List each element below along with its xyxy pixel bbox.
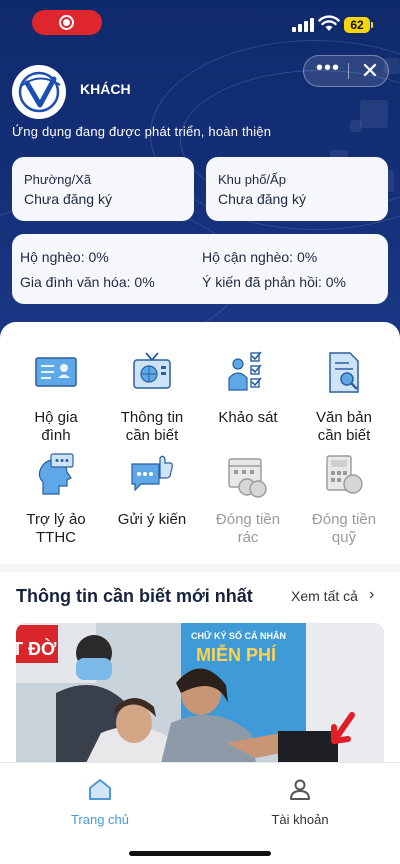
- menu-garbage-fee-line1: Đóng tiền: [215, 511, 281, 528]
- menu-survey[interactable]: Khảo sát: [202, 350, 294, 427]
- tab-account[interactable]: Tài khoản: [240, 777, 360, 827]
- menu-survey-line1: Khảo sát: [218, 409, 278, 426]
- battery-icon: 62: [344, 17, 370, 33]
- user-icon: [290, 779, 310, 800]
- menu-fund-fee-line1: Đóng tiền: [311, 511, 377, 528]
- stat-cultured-family: Gia đình văn hóa: 0%: [20, 274, 155, 290]
- close-button[interactable]: ✕: [354, 56, 386, 86]
- menu-info-line1: Thông tin: [120, 409, 184, 426]
- document-search-icon: [329, 352, 359, 393]
- cellular-signal-icon: [292, 18, 314, 32]
- quarter-label: Khu phố/Ấp: [218, 172, 286, 187]
- id-card-icon: [35, 357, 77, 387]
- chat-thumbs-up-icon: [131, 455, 173, 492]
- menu-info-line2: cần biết: [125, 427, 179, 444]
- menu-fund-fee[interactable]: Đóng tiền quỹ: [298, 452, 390, 547]
- screen-recording-indicator[interactable]: [32, 10, 102, 35]
- menu-info[interactable]: Thông tin cần biết: [106, 350, 198, 445]
- stat-poor: Hộ nghèo: 0%: [20, 249, 109, 265]
- menu-feedback[interactable]: Gửi ý kiến: [106, 452, 198, 529]
- tv-icon: [133, 352, 171, 389]
- ward-value: Chưa đăng ký: [24, 191, 112, 207]
- ward-label: Phường/Xã: [24, 172, 92, 187]
- quarter-value: Chưa đăng ký: [218, 191, 306, 207]
- menu-assistant[interactable]: Trợ lý ảo TTHC: [10, 452, 102, 547]
- assistant-head-icon: [38, 453, 74, 495]
- vnpt-logo-icon: [18, 71, 61, 113]
- menu-feedback-line1: Gửi ý kiến: [117, 511, 187, 528]
- more-options-button[interactable]: •••: [310, 56, 346, 86]
- tab-account-label: Tài khoản: [271, 812, 329, 827]
- menu-garbage-fee-line2: rác: [237, 529, 259, 546]
- stats-card: Hộ nghèo: 0% Hộ cận nghèo: 0% Gia đình v…: [12, 234, 388, 304]
- news-thumbnail[interactable]: T ĐỜ CHỮ KÝ SỐ CÁ NHÂN MIỄN PHÍ: [16, 623, 384, 763]
- menu-documents-line1: Văn bản: [316, 409, 372, 426]
- tab-home[interactable]: Trang chủ: [40, 777, 160, 827]
- user-name: KHÁCH: [80, 81, 131, 97]
- menu-household-line2: đình: [41, 427, 71, 444]
- home-indicator[interactable]: [129, 851, 271, 856]
- menu-garbage-fee[interactable]: Đóng tiền rác: [202, 452, 294, 547]
- survey-icon: [228, 351, 262, 391]
- menu-household[interactable]: Hộ gia đình: [10, 350, 102, 445]
- menu-documents-line2: cần biết: [317, 427, 371, 444]
- tab-home-label: Trang chủ: [70, 812, 130, 827]
- news-sign-fragment: T ĐỜ: [16, 638, 57, 659]
- calculator-coins-icon: [326, 455, 363, 494]
- stat-feedback: Ý kiến đã phản hồi: 0%: [202, 274, 346, 290]
- development-notice: Ứng dụng đang được phát triển, hoàn thiệ…: [12, 124, 272, 139]
- news-banner-text1: CHỮ KÝ SỐ CÁ NHÂN: [191, 630, 286, 641]
- menu-household-line1: Hộ gia: [34, 409, 78, 426]
- news-section: Thông tin cần biết mới nhất Xem tất cả ›…: [0, 572, 400, 763]
- news-banner-text2: MIỄN PHÍ: [196, 644, 277, 665]
- miniapp-capsule: ••• ✕: [303, 55, 389, 87]
- stat-near-poor: Hộ cận nghèo: 0%: [202, 249, 318, 265]
- news-section-title: Thông tin cần biết mới nhất: [16, 586, 253, 606]
- menu-documents[interactable]: Văn bản cần biết: [298, 350, 390, 445]
- feature-menu: Hộ giađình Thông tincần biết Khảo sát: [0, 322, 400, 564]
- calendar-coins-icon: [228, 458, 267, 498]
- ward-card[interactable]: Phường/Xã Chưa đăng ký: [12, 157, 194, 221]
- menu-assistant-line2: TTHC: [36, 529, 76, 546]
- menu-fund-fee-line2: quỹ: [331, 529, 357, 546]
- bottom-navigation: Trang chủ Tài khoản: [0, 762, 400, 864]
- wifi-icon: [318, 15, 340, 31]
- see-all-link[interactable]: Xem tất cả: [291, 588, 358, 604]
- status-bar: 62: [0, 0, 400, 46]
- home-icon: [89, 779, 111, 800]
- news-photo-image: T ĐỜ CHỮ KÝ SỐ CÁ NHÂN MIỄN PHÍ: [16, 623, 384, 763]
- avatar[interactable]: [12, 65, 66, 119]
- quarter-card[interactable]: Khu phố/Ấp Chưa đăng ký: [206, 157, 388, 221]
- menu-assistant-line1: Trợ lý ảo: [26, 511, 86, 528]
- chevron-right-icon: ›: [369, 586, 375, 603]
